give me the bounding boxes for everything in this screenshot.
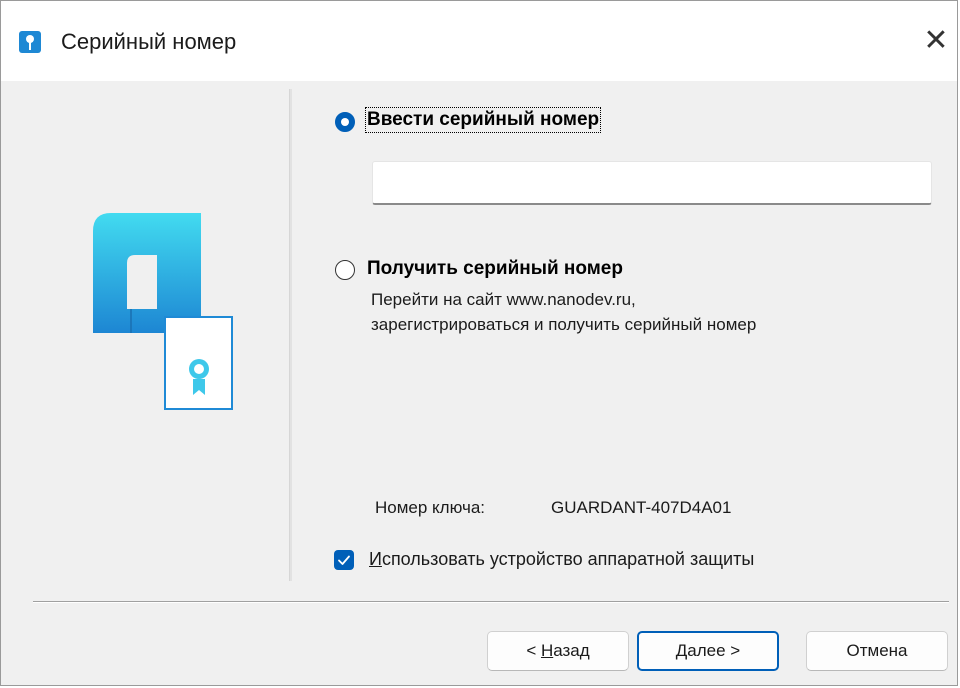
- enter-serial-label[interactable]: Ввести серийный номер: [364, 107, 602, 133]
- get-serial-radio[interactable]: [335, 260, 355, 280]
- key-number-value: GUARDANT-407D4A01: [551, 498, 732, 517]
- certificate-icon: [164, 316, 233, 410]
- next-button[interactable]: Далее >: [637, 631, 779, 671]
- get-serial-desc-line2: зарегистрироваться и получить серийный н…: [371, 315, 757, 334]
- close-icon[interactable]: ✕: [916, 19, 956, 63]
- serial-number-input[interactable]: [372, 161, 932, 205]
- hardware-protection-checkbox[interactable]: [334, 550, 354, 570]
- window-title: Серийный номер: [61, 29, 237, 54]
- vertical-divider: [289, 89, 292, 581]
- back-button[interactable]: < Назад: [487, 631, 629, 671]
- get-serial-desc-line1: Перейти на сайт www.nanodev.ru,: [371, 290, 636, 309]
- enter-serial-radio[interactable]: [335, 112, 355, 132]
- horizontal-divider: [33, 601, 949, 602]
- cancel-button[interactable]: Отмена: [806, 631, 948, 671]
- title-bar: Серийный номер ✕: [1, 1, 957, 81]
- key-number-label: Номер ключа:: [375, 498, 486, 517]
- serial-number-dialog: Серийный номер ✕ Ввести серийный номер П…: [0, 0, 958, 686]
- app-key-icon: [19, 31, 41, 53]
- nanocad-logo-icon: [93, 213, 233, 410]
- hardware-protection-label[interactable]: Использовать устройство аппаратной защит…: [369, 549, 754, 570]
- get-serial-label[interactable]: Получить серийный номер: [367, 258, 623, 280]
- checkmark-icon: [338, 555, 350, 565]
